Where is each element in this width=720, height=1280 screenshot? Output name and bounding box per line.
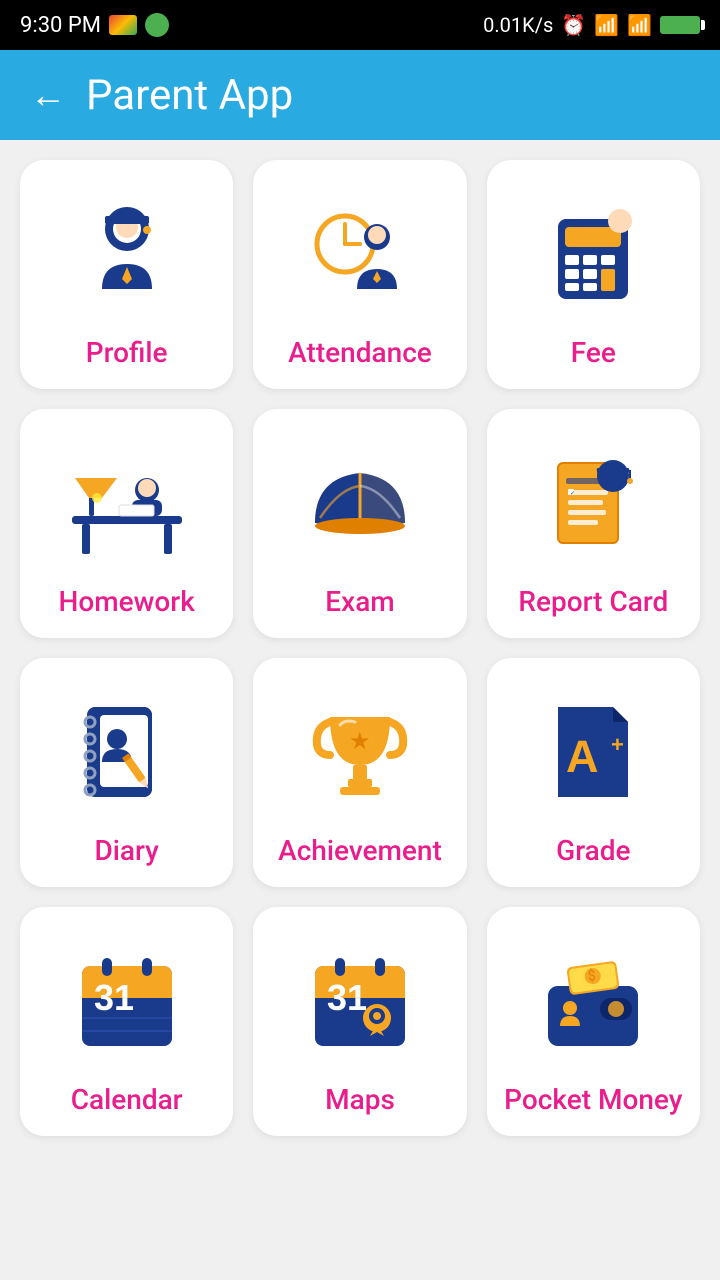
pocket-money-icon: $ [538, 946, 648, 1056]
svg-text:★: ★ [349, 727, 371, 755]
grid-item-fee[interactable]: Fee [487, 160, 700, 389]
page-title: Parent App [86, 71, 293, 120]
grade-label: Grade [556, 834, 630, 867]
pocket-money-label: Pocket Money [504, 1083, 682, 1116]
exam-label: Exam [325, 585, 394, 618]
grid-item-pocket-money[interactable]: $ Pocket Money [487, 907, 700, 1136]
profile-label: Profile [86, 336, 168, 369]
homework-icon [67, 448, 187, 558]
report-card-icon: ✓ [538, 448, 648, 558]
network-speed: 0.01K/s [483, 13, 553, 37]
status-right: 0.01K/s ⏰ 📶 📶 [483, 13, 700, 37]
grid-item-homework[interactable]: Homework [20, 409, 233, 638]
achievement-icon: ★ [305, 697, 415, 807]
frog-icon [145, 13, 169, 37]
battery-icon [660, 16, 700, 34]
exam-icon [305, 448, 415, 558]
app-header: ← Parent App [0, 50, 720, 140]
diary-icon [72, 697, 182, 807]
grid-item-diary[interactable]: Diary [20, 658, 233, 887]
status-time: 9:30 PM [20, 13, 101, 38]
wifi-icon: 📶 [594, 13, 619, 37]
grid-item-calendar[interactable]: 31 Calendar [20, 907, 233, 1136]
gmail-icon [109, 15, 137, 35]
svg-text:31: 31 [94, 977, 134, 1018]
pocket-money-icon-area: $ [523, 931, 663, 1071]
grid-item-exam[interactable]: Exam [253, 409, 466, 638]
attendance-icon-area [290, 184, 430, 324]
maps-icon: 31 [305, 946, 415, 1056]
grid-item-grade[interactable]: A + Grade [487, 658, 700, 887]
report-card-label: Report Card [518, 585, 668, 618]
grid-item-profile[interactable]: Profile [20, 160, 233, 389]
main-grid: Profile Attendance [0, 140, 720, 1156]
status-left: 9:30 PM [20, 13, 169, 38]
homework-label: Homework [59, 585, 195, 618]
achievement-label: Achievement [278, 834, 442, 867]
achievement-icon-area: ★ [290, 682, 430, 822]
diary-icon-area [57, 682, 197, 822]
fee-icon-area [523, 184, 663, 324]
diary-label: Diary [94, 834, 158, 867]
attendance-icon [305, 199, 415, 309]
signal-icon: 📶 [627, 13, 652, 37]
svg-text:31: 31 [327, 977, 367, 1018]
profile-icon-area [57, 184, 197, 324]
fee-icon [538, 199, 648, 309]
alarm-icon: ⏰ [561, 13, 586, 37]
maps-icon-area: 31 [290, 931, 430, 1071]
svg-text:A: A [566, 731, 599, 782]
svg-text:✓: ✓ [570, 490, 575, 497]
grid-item-report-card[interactable]: ✓ Report Card [487, 409, 700, 638]
profile-icon [72, 199, 182, 309]
back-button[interactable]: ← [30, 74, 66, 116]
grid-item-attendance[interactable]: Attendance [253, 160, 466, 389]
status-bar: 9:30 PM 0.01K/s ⏰ 📶 📶 [0, 0, 720, 50]
fee-label: Fee [571, 336, 616, 369]
grid-item-maps[interactable]: 31 Maps [253, 907, 466, 1136]
calendar-icon: 31 [72, 946, 182, 1056]
homework-icon-area [57, 433, 197, 573]
report-card-icon-area: ✓ [523, 433, 663, 573]
calendar-label: Calendar [71, 1083, 183, 1116]
maps-label: Maps [325, 1083, 395, 1116]
grid-item-achievement[interactable]: ★ Achievement [253, 658, 466, 887]
grade-icon: A + [538, 697, 648, 807]
calendar-icon-area: 31 [57, 931, 197, 1071]
svg-text:+: + [611, 732, 624, 757]
attendance-label: Attendance [288, 336, 432, 369]
exam-icon-area [290, 433, 430, 573]
grade-icon-area: A + [523, 682, 663, 822]
